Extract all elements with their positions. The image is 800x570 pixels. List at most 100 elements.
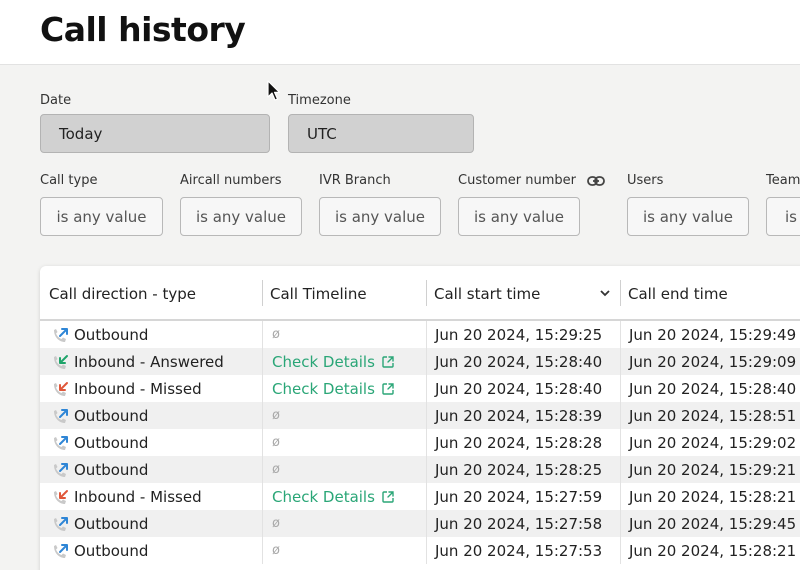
customer-number-filter-select[interactable]: is any value [458, 197, 580, 236]
check-details-label: Check Details [272, 352, 375, 371]
team-filter-select[interactable]: is [766, 197, 800, 236]
call-direction-cell: Outbound [74, 460, 149, 479]
date-filter-select[interactable]: Today [40, 114, 270, 153]
call-direction-cell: Outbound [74, 514, 149, 533]
table-row[interactable]: Outbound ø Jun 20 2024, 15:27:53 Jun 20 202… [40, 537, 800, 564]
table-header: Call direction - type Call Timeline Call… [40, 266, 800, 321]
column-divider [262, 510, 263, 537]
column-divider [620, 348, 621, 375]
column-divider [620, 510, 621, 537]
column-divider [426, 483, 427, 510]
outbound-call-icon [54, 544, 68, 558]
column-header-direction[interactable]: Call direction - type [49, 266, 196, 321]
call-direction-cell: Outbound [74, 406, 149, 425]
users-filter-select[interactable]: is any value [627, 197, 749, 236]
table-row[interactable]: Outbound ø Jun 20 2024, 15:27:58 Jun 20 202… [40, 510, 800, 537]
timeline-empty-cell: ø [272, 435, 280, 450]
column-divider [262, 537, 263, 564]
link-icon[interactable] [587, 174, 605, 188]
call-end-time-cell: Jun 20 2024, 15:29:45 [629, 514, 797, 533]
timeline-empty-cell: ø [272, 408, 280, 423]
call-history-table: Call direction - type Call Timeline Call… [40, 266, 800, 570]
page-title: Call history [40, 10, 246, 49]
timeline-empty-cell: ø [272, 516, 280, 531]
call-start-time-cell: Jun 20 2024, 15:27:53 [435, 541, 603, 560]
call-start-time-cell: Jun 20 2024, 15:28:25 [435, 460, 603, 479]
table-row[interactable]: Inbound - Missed Check Details Jun 20 2024… [40, 483, 800, 510]
column-divider [426, 375, 427, 402]
call-start-time-cell: Jun 20 2024, 15:27:59 [435, 487, 603, 506]
table-row[interactable]: Inbound - Answered Check Details Jun 20 20… [40, 348, 800, 375]
call-end-time-cell: Jun 20 2024, 15:28:40 [629, 379, 797, 398]
call-end-time-cell: Jun 20 2024, 15:28:21 [629, 487, 797, 506]
aircall-numbers-filter-label: Aircall numbers [180, 173, 282, 188]
call-type-filter-select[interactable]: is any value [40, 197, 163, 236]
table-row[interactable]: Outbound ø Jun 20 2024, 15:28:28 Jun 20 202… [40, 429, 800, 456]
check-details-link[interactable]: Check Details [272, 483, 395, 510]
column-divider [426, 537, 427, 564]
column-divider [426, 280, 427, 306]
call-end-time-cell: Jun 20 2024, 15:29:21 [629, 460, 797, 479]
column-divider [620, 402, 621, 429]
ivr-branch-filter-select[interactable]: is any value [319, 197, 441, 236]
timeline-empty-cell: ø [272, 462, 280, 477]
page-header: Call history [0, 0, 800, 65]
column-divider [620, 483, 621, 510]
check-details-label: Check Details [272, 487, 375, 506]
ivr-branch-filter-label: IVR Branch [319, 173, 391, 188]
call-start-time-cell: Jun 20 2024, 15:28:39 [435, 406, 603, 425]
call-end-time-cell: Jun 20 2024, 15:28:51 [629, 406, 797, 425]
column-divider [620, 375, 621, 402]
call-direction-cell: Outbound [74, 541, 149, 560]
call-start-time-cell: Jun 20 2024, 15:29:25 [435, 325, 603, 344]
call-end-time-cell: Jun 20 2024, 15:28:21 [629, 541, 797, 560]
table-row[interactable]: Inbound - Missed Check Details Jun 20 2024… [40, 375, 800, 402]
table-row[interactable]: Outbound ø Jun 20 2024, 15:28:39 Jun 20 202… [40, 402, 800, 429]
check-details-link[interactable]: Check Details [272, 348, 395, 375]
column-header-start-time[interactable]: Call start time [434, 266, 540, 321]
call-direction-cell: Inbound - Missed [74, 379, 202, 398]
timeline-empty-cell: ø [272, 327, 280, 342]
column-divider [262, 429, 263, 456]
external-link-icon [382, 490, 394, 503]
column-divider [426, 429, 427, 456]
call-direction-cell: Outbound [74, 325, 149, 344]
column-divider [262, 321, 263, 348]
call-direction-cell: Outbound [74, 433, 149, 452]
inbound-missed-call-icon [54, 382, 68, 396]
inbound-missed-call-icon [54, 490, 68, 504]
call-start-time-cell: Jun 20 2024, 15:28:28 [435, 433, 603, 452]
check-details-link[interactable]: Check Details [272, 375, 395, 402]
column-divider [262, 456, 263, 483]
table-row[interactable]: Outbound ø Jun 20 2024, 15:28:25 Jun 20 202… [40, 456, 800, 483]
date-filter-label: Date [40, 93, 72, 108]
call-end-time-cell: Jun 20 2024, 15:29:02 [629, 433, 797, 452]
outbound-call-icon [54, 517, 68, 531]
timezone-filter-label: Timezone [288, 93, 351, 108]
inbound-answered-call-icon [54, 355, 68, 369]
column-divider [426, 510, 427, 537]
aircall-numbers-filter-select[interactable]: is any value [180, 197, 302, 236]
chevron-down-icon[interactable] [599, 288, 611, 298]
outbound-call-icon [54, 463, 68, 477]
call-start-time-cell: Jun 20 2024, 15:28:40 [435, 352, 603, 371]
column-divider [426, 402, 427, 429]
column-divider [426, 321, 427, 348]
timezone-filter-select[interactable]: UTC [288, 114, 474, 153]
column-divider [620, 456, 621, 483]
mouse-cursor-icon [267, 80, 281, 101]
column-divider [262, 483, 263, 510]
timeline-empty-cell: ø [272, 543, 280, 558]
column-divider [620, 280, 621, 306]
call-start-time-cell: Jun 20 2024, 15:28:40 [435, 379, 603, 398]
column-header-timeline[interactable]: Call Timeline [270, 266, 367, 321]
column-divider [262, 280, 263, 306]
column-divider [620, 429, 621, 456]
outbound-call-icon [54, 436, 68, 450]
column-header-end-time[interactable]: Call end time [628, 266, 728, 321]
column-divider [426, 456, 427, 483]
outbound-call-icon [54, 409, 68, 423]
column-divider [426, 348, 427, 375]
table-row[interactable]: Outbound ø Jun 20 2024, 15:29:25 Jun 20 202… [40, 321, 800, 348]
outbound-call-icon [54, 328, 68, 342]
